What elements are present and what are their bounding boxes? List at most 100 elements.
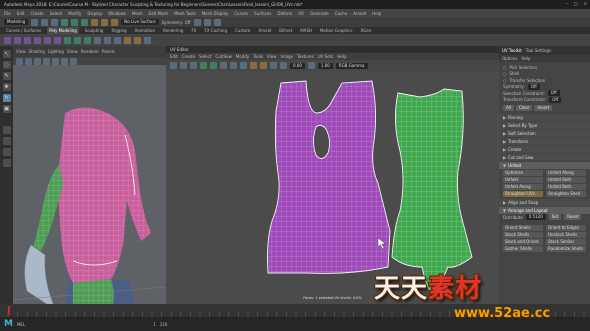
radio-icon[interactable]: ○	[503, 65, 507, 70]
textured-icon[interactable]	[52, 57, 59, 65]
new-scene-icon[interactable]	[31, 18, 39, 26]
ipr-render-icon[interactable]	[203, 18, 211, 26]
tool-straighten-uvs-button[interactable]: Straighten UVs	[503, 191, 543, 197]
toolkit-help-menu[interactable]: Help	[521, 56, 530, 61]
xray-icon[interactable]	[70, 57, 77, 65]
minimize-button[interactable]: –	[566, 1, 568, 6]
menu-uv[interactable]: UV	[298, 11, 304, 16]
radio-icon[interactable]: ○	[503, 71, 507, 76]
section-pinning[interactable]: ▶ Pinning	[499, 114, 590, 121]
distortion-icon[interactable]	[220, 62, 227, 69]
menu-windows[interactable]: Windows	[108, 11, 126, 16]
image-display-icon[interactable]	[250, 62, 257, 69]
menu-modify[interactable]: Modify	[68, 11, 81, 16]
layout-single-icon[interactable]	[2, 126, 11, 134]
expand-arrow-icon[interactable]: ▶	[503, 123, 506, 128]
bridge-icon[interactable]	[104, 36, 111, 44]
uv-menu-select[interactable]: Select	[199, 54, 211, 59]
shelf-tab-fx-caching[interactable]: FX Caching	[203, 27, 229, 34]
tool-randomize-shells-button[interactable]: Randomize Shells	[546, 245, 586, 252]
uv-menu-image[interactable]: Image	[281, 54, 294, 59]
uv-menu-tools[interactable]: Tools	[253, 54, 263, 59]
select-by-hierarchy-icon[interactable]	[61, 18, 69, 26]
shelf-tab-rendering[interactable]: Rendering	[161, 27, 185, 34]
section-unfold[interactable]: ▼ Unfold	[499, 162, 590, 169]
layout-outliner-icon[interactable]	[2, 159, 11, 167]
tab-tool-settings[interactable]: Tool Settings	[526, 48, 551, 53]
paint-select-tool-icon[interactable]: ✎	[2, 72, 11, 80]
section-select-by-type[interactable]: ▶ Select By Type	[499, 122, 590, 129]
render-settings-icon[interactable]	[213, 18, 221, 26]
toolkit-options-menu[interactable]: Options	[502, 56, 517, 61]
menu-cache[interactable]: Cache	[335, 11, 347, 16]
layout-four-icon[interactable]	[2, 137, 11, 145]
smooth-icon[interactable]	[84, 36, 91, 44]
camera-select-icon[interactable]	[16, 57, 23, 65]
move-tool-icon[interactable]: ✥	[2, 83, 11, 91]
menu-select[interactable]: Select	[50, 11, 62, 16]
live-surface-field[interactable]: No Live Surface	[121, 19, 159, 25]
select-clear-button[interactable]: Clear	[515, 105, 533, 111]
expand-arrow-icon[interactable]: ▶	[503, 147, 506, 152]
dim-image-icon[interactable]	[260, 62, 267, 69]
texel-density-field[interactable]: 0.5120	[525, 214, 546, 221]
shelf-tab-sculpting[interactable]: Sculpting	[83, 27, 106, 34]
tool-unfold-button[interactable]: Unfold	[503, 177, 543, 183]
menu-help[interactable]: Help	[372, 11, 381, 16]
snap-pixels-icon[interactable]	[240, 62, 247, 69]
save-scene-icon[interactable]	[51, 18, 59, 26]
shaded-uv-icon[interactable]	[210, 62, 217, 69]
uv-menu-textures[interactable]: Textures	[297, 54, 314, 59]
texel-reset-button[interactable]: Reset	[564, 214, 582, 221]
section-transform[interactable]: ▶ Transform	[499, 138, 590, 145]
viewport-menu-panels[interactable]: Panels	[102, 49, 115, 54]
shelf-tab-animation[interactable]: Animation	[133, 27, 157, 34]
open-scene-icon[interactable]	[41, 18, 49, 26]
section-align-and-snap[interactable]: ▶ Align and Snap	[499, 199, 590, 206]
uv-menu-help[interactable]: Help	[337, 54, 346, 59]
poly-torus-icon[interactable]	[44, 36, 51, 44]
snap-curve-icon[interactable]	[101, 18, 109, 26]
gamma-icon[interactable]	[307, 62, 315, 69]
tool-orient-to-edges-button[interactable]: Orient to Edges	[546, 224, 586, 231]
tool-unstack-shells-button[interactable]: Unstack Shells	[546, 231, 586, 238]
select-all-button[interactable]: All	[503, 105, 514, 111]
shelf-tab-mash[interactable]: MASH	[298, 27, 314, 34]
menu-file[interactable]: File	[4, 11, 11, 16]
poly-cylinder-icon[interactable]	[24, 36, 31, 44]
uv-move-icon[interactable]	[180, 62, 187, 69]
tool-straighten-shell-button[interactable]: Straighten Shell	[546, 191, 586, 197]
menu-deform[interactable]: Deform	[277, 11, 292, 16]
menu-mesh-display[interactable]: Mesh Display	[202, 11, 229, 16]
viewport-menu-lighting[interactable]: Lighting	[48, 49, 64, 54]
menu-edit[interactable]: Edit	[17, 11, 25, 16]
uv-shell-back[interactable]	[391, 88, 473, 296]
viewport-menu-view[interactable]: View	[16, 49, 26, 54]
uv-menu-modify[interactable]: Modify	[236, 54, 249, 59]
checker-icon[interactable]	[200, 62, 207, 69]
menu-mesh-tools[interactable]: Mesh Tools	[174, 11, 196, 16]
expand-arrow-icon[interactable]: ▼	[503, 163, 506, 168]
tool-orient-shells-button[interactable]: Orient Shells	[503, 224, 543, 231]
scale-tool-icon[interactable]: ▣	[2, 105, 11, 113]
viewport-menu-show[interactable]: Show	[67, 49, 78, 54]
wireframe-icon[interactable]	[34, 57, 41, 65]
texel-set-button[interactable]: Set	[548, 214, 562, 221]
extrude-icon[interactable]	[94, 36, 101, 44]
exposure-icon[interactable]	[280, 62, 287, 69]
poly-sphere-icon[interactable]	[4, 36, 11, 44]
gamma-field[interactable]: 1.00	[317, 62, 333, 69]
mode-selector[interactable]: Modeling	[4, 19, 29, 25]
uv-editor-icon[interactable]	[144, 36, 151, 44]
shelf-tab-arnold[interactable]: Arnold	[256, 27, 273, 34]
uv-select-icon[interactable]	[170, 62, 177, 69]
constraint-dropdown[interactable]: Off	[549, 96, 562, 103]
uv-menu-edit[interactable]: Edit	[170, 54, 178, 59]
lasso-tool-icon[interactable]: ◌	[2, 61, 11, 69]
shelf-tab-motion-graphics[interactable]: Motion Graphics	[318, 27, 355, 34]
tool-unfold-both-button[interactable]: Unfold Both	[546, 177, 586, 183]
render-icon[interactable]	[193, 18, 201, 26]
expand-arrow-icon[interactable]: ▶	[503, 139, 506, 144]
section-create[interactable]: ▶ Create	[499, 146, 590, 153]
layout-side-icon[interactable]	[2, 148, 11, 156]
